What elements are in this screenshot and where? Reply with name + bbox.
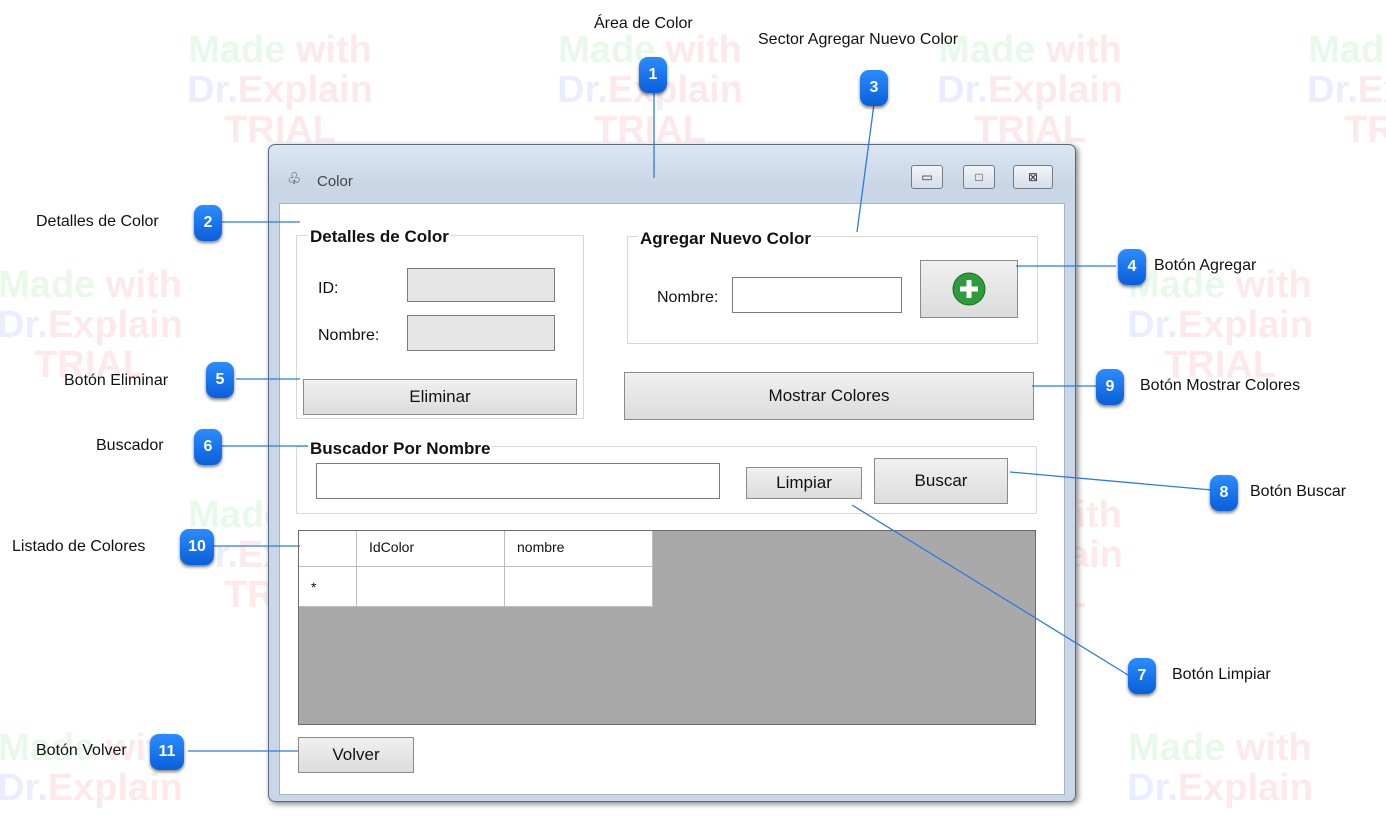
callout-badge-3: 3 (860, 70, 888, 106)
callout-line-3 (856, 103, 875, 233)
callout-badge-2: 2 (194, 205, 222, 241)
callout-label-9: Botón Mostrar Colores (1140, 377, 1301, 394)
callout-label-7: Botón Limpiar (1172, 666, 1271, 683)
callout-badge-8: 8 (1210, 475, 1238, 511)
callout-line-8 (1009, 471, 1213, 491)
callout-badge-4: 4 (1118, 249, 1146, 285)
callout-badge-1: 1 (639, 57, 667, 93)
callout-badge-7: 7 (1128, 658, 1156, 694)
callout-label-8: Botón Buscar (1250, 483, 1347, 500)
callout-badge-5: 5 (206, 362, 234, 398)
callout-badge-10: 10 (180, 529, 214, 565)
callout-badge-6: 6 (194, 429, 222, 465)
callout-label-2: Detalles de Color (36, 213, 159, 230)
callout-badge-11: 11 (150, 734, 184, 770)
callout-label-10: Listado de Colores (12, 538, 146, 555)
callout-label-3: Sector Agregar Nuevo Color (758, 31, 959, 48)
callout-badge-9: 9 (1096, 369, 1124, 405)
callout-lines (188, 84, 1213, 752)
callout-label-6: Buscador (96, 437, 164, 454)
callout-label-1: Área de Color (594, 15, 693, 32)
callout-label-4: Botón Agregar (1154, 257, 1257, 274)
callout-label-5: Botón Eliminar (64, 372, 169, 389)
callout-line-7 (851, 504, 1129, 676)
callout-label-11: Botón Volver (36, 742, 127, 759)
